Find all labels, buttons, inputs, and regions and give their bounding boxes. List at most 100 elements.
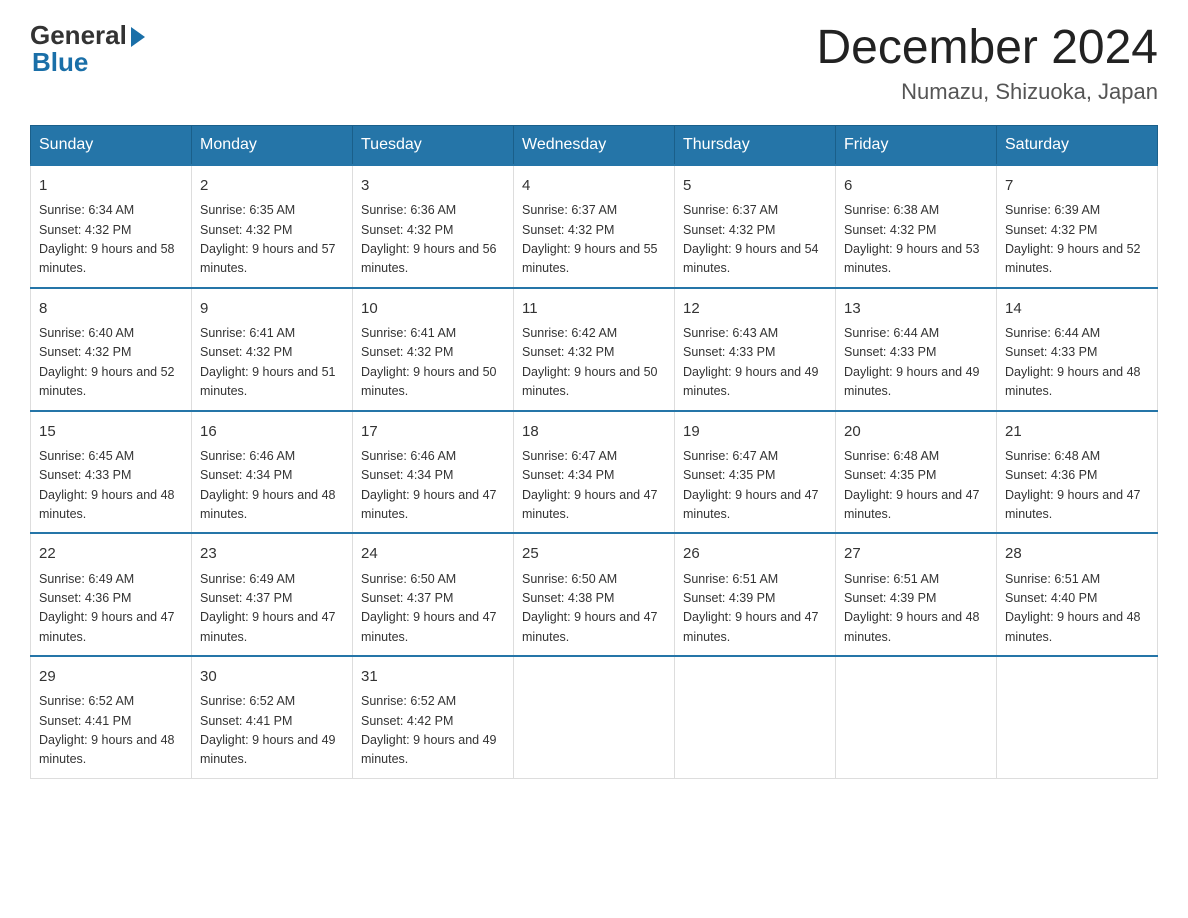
daylight-text: Daylight: 9 hours and 49 minutes.	[844, 365, 980, 398]
logo-blue-text: Blue	[32, 47, 88, 78]
calendar-cell: 9Sunrise: 6:41 AMSunset: 4:32 PMDaylight…	[192, 288, 353, 411]
sunrise-text: Sunrise: 6:38 AM	[844, 203, 939, 217]
day-number: 24	[361, 542, 505, 565]
sunset-text: Sunset: 4:33 PM	[844, 345, 936, 359]
day-number: 25	[522, 542, 666, 565]
sunset-text: Sunset: 4:34 PM	[522, 468, 614, 482]
day-number: 30	[200, 665, 344, 688]
calendar-cell: 25 Sunrise: 6:50 AM Sunset: 4:38 PM Dayligh…	[514, 533, 675, 656]
daylight-text: Daylight: 9 hours and 48 minutes.	[39, 733, 175, 766]
daylight-text: Daylight: 9 hours and 53 minutes.	[844, 242, 980, 275]
day-number: 20	[844, 420, 988, 443]
header-day-sunday: Sunday	[31, 126, 192, 166]
sunset-text: Sunset: 4:41 PM	[39, 714, 131, 728]
calendar-cell: 13Sunrise: 6:44 AMSunset: 4:33 PMDayligh…	[836, 288, 997, 411]
calendar-cell: 22Sunrise: 6:49 AMSunset: 4:36 PMDayligh…	[31, 533, 192, 656]
day-number: 12	[683, 297, 827, 320]
daylight-text: Daylight: 9 hours and 49 minutes.	[200, 733, 336, 766]
day-number: 8	[39, 297, 183, 320]
daylight-text: Daylight: 9 hours and 57 minutes.	[200, 242, 336, 275]
sunrise-text: Sunrise: 6:43 AM	[683, 326, 778, 340]
calendar-cell: 7Sunrise: 6:39 AMSunset: 4:32 PMDaylight…	[997, 165, 1158, 288]
week-row-1: 1Sunrise: 6:34 AMSunset: 4:32 PMDaylight…	[31, 165, 1158, 288]
sunrise-text: Sunrise: 6:37 AM	[683, 203, 778, 217]
sunset-text: Sunset: 4:41 PM	[200, 714, 292, 728]
daylight-text: Daylight: 9 hours and 52 minutes.	[39, 365, 175, 398]
sunset-text: Sunset: 4:37 PM	[361, 591, 453, 605]
sunset-text: Sunset: 4:39 PM	[844, 591, 936, 605]
daylight-text: Daylight: 9 hours and 48 minutes.	[1005, 610, 1141, 643]
daylight-text: Daylight: 9 hours and 47 minutes.	[683, 488, 819, 521]
day-number: 26	[683, 542, 827, 565]
sunset-text: Sunset: 4:42 PM	[361, 714, 453, 728]
calendar-cell: 30Sunrise: 6:52 AMSunset: 4:41 PMDayligh…	[192, 656, 353, 778]
day-number: 1	[39, 174, 183, 197]
sunrise-text: Sunrise: 6:37 AM	[522, 203, 617, 217]
calendar-table: SundayMondayTuesdayWednesdayThursdayFrid…	[30, 125, 1158, 779]
daylight-text: Daylight: 9 hours and 47 minutes.	[361, 610, 497, 643]
sunset-text: Sunset: 4:32 PM	[200, 223, 292, 237]
daylight-text: Daylight: 9 hours and 47 minutes.	[361, 488, 497, 521]
sunrise-text: Sunrise: 6:51 AM	[1005, 572, 1100, 586]
calendar-cell: 10Sunrise: 6:41 AMSunset: 4:32 PMDayligh…	[353, 288, 514, 411]
calendar-cell: 14Sunrise: 6:44 AMSunset: 4:33 PMDayligh…	[997, 288, 1158, 411]
day-number: 21	[1005, 420, 1149, 443]
sunrise-text: Sunrise: 6:52 AM	[39, 694, 134, 708]
calendar-cell: 2Sunrise: 6:35 AMSunset: 4:32 PMDaylight…	[192, 165, 353, 288]
day-number: 19	[683, 420, 827, 443]
sunrise-text: Sunrise: 6:48 AM	[844, 449, 939, 463]
calendar-cell: 17Sunrise: 6:46 AMSunset: 4:34 PMDayligh…	[353, 411, 514, 534]
sunset-text: Sunset: 4:37 PM	[200, 591, 292, 605]
calendar-cell: 1Sunrise: 6:34 AMSunset: 4:32 PMDaylight…	[31, 165, 192, 288]
sunset-text: Sunset: 4:32 PM	[1005, 223, 1097, 237]
calendar-cell: 4Sunrise: 6:37 AMSunset: 4:32 PMDaylight…	[514, 165, 675, 288]
daylight-text: Daylight: 9 hours and 50 minutes.	[522, 365, 658, 398]
day-number: 23	[200, 542, 344, 565]
location-title: Numazu, Shizuoka, Japan	[816, 79, 1158, 105]
sunrise-text: Sunrise: 6:47 AM	[683, 449, 778, 463]
daylight-text: Daylight: 9 hours and 47 minutes.	[39, 610, 175, 643]
header-day-wednesday: Wednesday	[514, 126, 675, 166]
daylight-text: Daylight: 9 hours and 49 minutes.	[361, 733, 497, 766]
daylight-text: Daylight: 9 hours and 50 minutes.	[361, 365, 497, 398]
calendar-cell: 28 Sunrise: 6:51 AM Sunset: 4:40 PM Dayligh…	[997, 533, 1158, 656]
calendar-cell	[836, 656, 997, 778]
sunset-text: Sunset: 4:32 PM	[683, 223, 775, 237]
sunrise-text: Sunrise: 6:35 AM	[200, 203, 295, 217]
sunset-text: Sunset: 4:36 PM	[1005, 468, 1097, 482]
sunset-text: Sunset: 4:32 PM	[39, 345, 131, 359]
calendar-cell: 27Sunrise: 6:51 AMSunset: 4:39 PMDayligh…	[836, 533, 997, 656]
sunset-text: Sunset: 4:40 PM	[1005, 591, 1097, 605]
sunrise-text: Sunrise: 6:50 AM	[522, 572, 617, 586]
day-number: 3	[361, 174, 505, 197]
sunset-text: Sunset: 4:32 PM	[200, 345, 292, 359]
daylight-text: Daylight: 9 hours and 51 minutes.	[200, 365, 336, 398]
sunrise-text: Sunrise: 6:44 AM	[844, 326, 939, 340]
calendar-cell: 20Sunrise: 6:48 AMSunset: 4:35 PMDayligh…	[836, 411, 997, 534]
daylight-text: Daylight: 9 hours and 55 minutes.	[522, 242, 658, 275]
daylight-text: Daylight: 9 hours and 47 minutes.	[844, 488, 980, 521]
month-title: December 2024	[816, 20, 1158, 75]
calendar-cell: 21Sunrise: 6:48 AMSunset: 4:36 PMDayligh…	[997, 411, 1158, 534]
sunset-text: Sunset: 4:38 PM	[522, 591, 614, 605]
daylight-text: Daylight: 9 hours and 56 minutes.	[361, 242, 497, 275]
daylight-text: Daylight: 9 hours and 48 minutes.	[844, 610, 980, 643]
sunrise-text: Sunrise: 6:50 AM	[361, 572, 456, 586]
week-row-4: 22Sunrise: 6:49 AMSunset: 4:36 PMDayligh…	[31, 533, 1158, 656]
sunset-text: Sunset: 4:32 PM	[361, 345, 453, 359]
week-row-2: 8Sunrise: 6:40 AMSunset: 4:32 PMDaylight…	[31, 288, 1158, 411]
sunset-text: Sunset: 4:32 PM	[844, 223, 936, 237]
calendar-cell: 24 Sunrise: 6:50 AM Sunset: 4:37 PM Dayligh…	[353, 533, 514, 656]
daylight-text: Daylight: 9 hours and 54 minutes.	[683, 242, 819, 275]
day-number: 28	[1005, 542, 1149, 565]
header-day-friday: Friday	[836, 126, 997, 166]
day-number: 17	[361, 420, 505, 443]
calendar-cell: 23Sunrise: 6:49 AMSunset: 4:37 PMDayligh…	[192, 533, 353, 656]
sunrise-text: Sunrise: 6:47 AM	[522, 449, 617, 463]
daylight-text: Daylight: 9 hours and 47 minutes.	[200, 610, 336, 643]
sunset-text: Sunset: 4:32 PM	[39, 223, 131, 237]
calendar-cell: 12Sunrise: 6:43 AMSunset: 4:33 PMDayligh…	[675, 288, 836, 411]
calendar-cell: 15Sunrise: 6:45 AMSunset: 4:33 PMDayligh…	[31, 411, 192, 534]
daylight-text: Daylight: 9 hours and 47 minutes.	[522, 610, 658, 643]
header-day-monday: Monday	[192, 126, 353, 166]
